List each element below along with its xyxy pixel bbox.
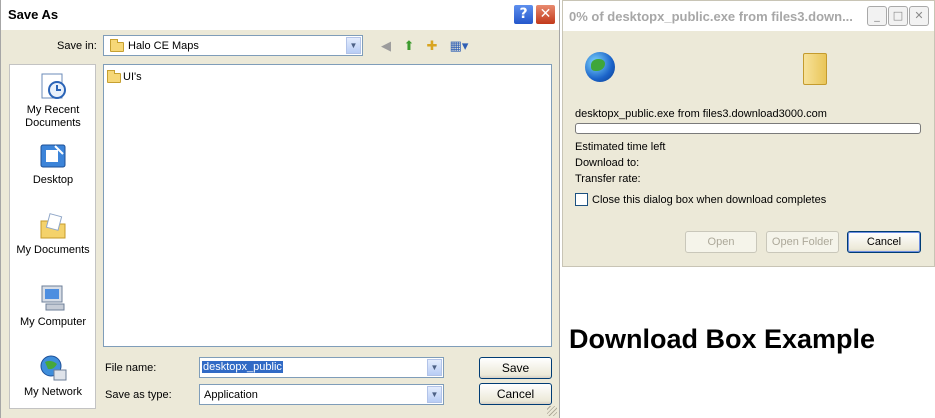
place-desktop[interactable]: Desktop [10, 141, 96, 187]
file-name: UI's [123, 71, 142, 83]
minimize-button[interactable]: _ [867, 6, 887, 26]
place-my-network[interactable]: My Network [10, 353, 96, 399]
file-list[interactable]: UI's [103, 64, 552, 347]
cancel-button[interactable]: Cancel [847, 231, 921, 253]
view-menu-icon[interactable]: ▦▾ [448, 38, 470, 54]
save-as-type-value: Application [204, 389, 258, 401]
desktop-icon [38, 141, 68, 171]
maximize-button[interactable]: □ [888, 6, 908, 26]
download-to-label: Download to: [575, 157, 640, 169]
save-as-titlebar[interactable]: Save As ? ✕ [1, 0, 559, 30]
file-name-label: File name: [105, 362, 157, 374]
progress-bar [575, 123, 921, 134]
save-as-type-dropdown[interactable]: Application ▼ [199, 384, 444, 405]
file-name-value: desktopx_public [202, 361, 283, 373]
place-label: My Recent Documents [25, 104, 81, 129]
save-as-title: Save As [8, 7, 59, 22]
place-label: Desktop [32, 174, 74, 186]
save-in-dropdown[interactable]: Halo CE Maps ▼ [103, 35, 363, 56]
up-folder-icon[interactable]: ⬆ [401, 38, 417, 54]
place-label: My Network [23, 386, 83, 398]
file-name-input[interactable]: desktopx_public ▼ [199, 357, 444, 378]
folder-icon [107, 70, 121, 83]
save-in-value: Halo CE Maps [128, 40, 199, 52]
my-network-icon [38, 353, 68, 383]
close-button[interactable]: ✕ [535, 4, 556, 25]
help-button[interactable]: ? [513, 4, 534, 25]
estimated-time-label: Estimated time left [575, 141, 666, 153]
folder-icon [110, 39, 124, 52]
folder-icon [803, 53, 827, 85]
globe-icon [585, 52, 615, 82]
download-titlebar[interactable]: 0% of desktopx_public.exe from files3.do… [563, 1, 934, 31]
save-button[interactable]: Save [479, 357, 552, 379]
download-file-line: desktopx_public.exe from files3.download… [575, 108, 827, 120]
place-recent-documents[interactable]: My Recent Documents [10, 71, 96, 130]
open-folder-button[interactable]: Open Folder [766, 231, 839, 253]
save-as-type-label: Save as type: [105, 389, 172, 401]
chevron-down-icon[interactable]: ▼ [346, 37, 361, 54]
chevron-down-icon[interactable]: ▼ [427, 386, 442, 403]
save-in-label: Save in: [57, 40, 97, 52]
cancel-button[interactable]: Cancel [479, 383, 552, 405]
download-title: 0% of desktopx_public.exe from files3.do… [569, 9, 853, 24]
caption: Download Box Example [569, 324, 876, 354]
resize-grip[interactable] [547, 406, 557, 416]
close-button[interactable]: ✕ [909, 6, 929, 26]
transfer-rate-label: Transfer rate: [575, 173, 641, 185]
place-label: My Documents [16, 244, 90, 256]
new-folder-icon[interactable]: ✚ [424, 38, 440, 54]
recent-documents-icon [38, 71, 68, 101]
close-when-complete-checkbox[interactable] [575, 193, 588, 206]
open-button[interactable]: Open [685, 231, 757, 253]
place-label: My Computer [19, 316, 87, 328]
chevron-down-icon[interactable]: ▼ [427, 359, 442, 376]
place-my-documents[interactable]: My Documents [10, 211, 96, 257]
my-computer-icon [38, 283, 68, 313]
my-documents-icon [38, 211, 68, 241]
save-as-dialog: Save As ? ✕ Save in: Halo CE Maps ▼ ◀ ⬆ … [0, 0, 560, 418]
download-dialog: 0% of desktopx_public.exe from files3.do… [562, 0, 935, 267]
close-when-complete-label: Close this dialog box when download comp… [592, 194, 827, 206]
back-icon[interactable]: ◀ [378, 38, 394, 54]
places-bar: My Recent Documents Desktop My Documents… [9, 64, 96, 409]
place-my-computer[interactable]: My Computer [10, 283, 96, 329]
